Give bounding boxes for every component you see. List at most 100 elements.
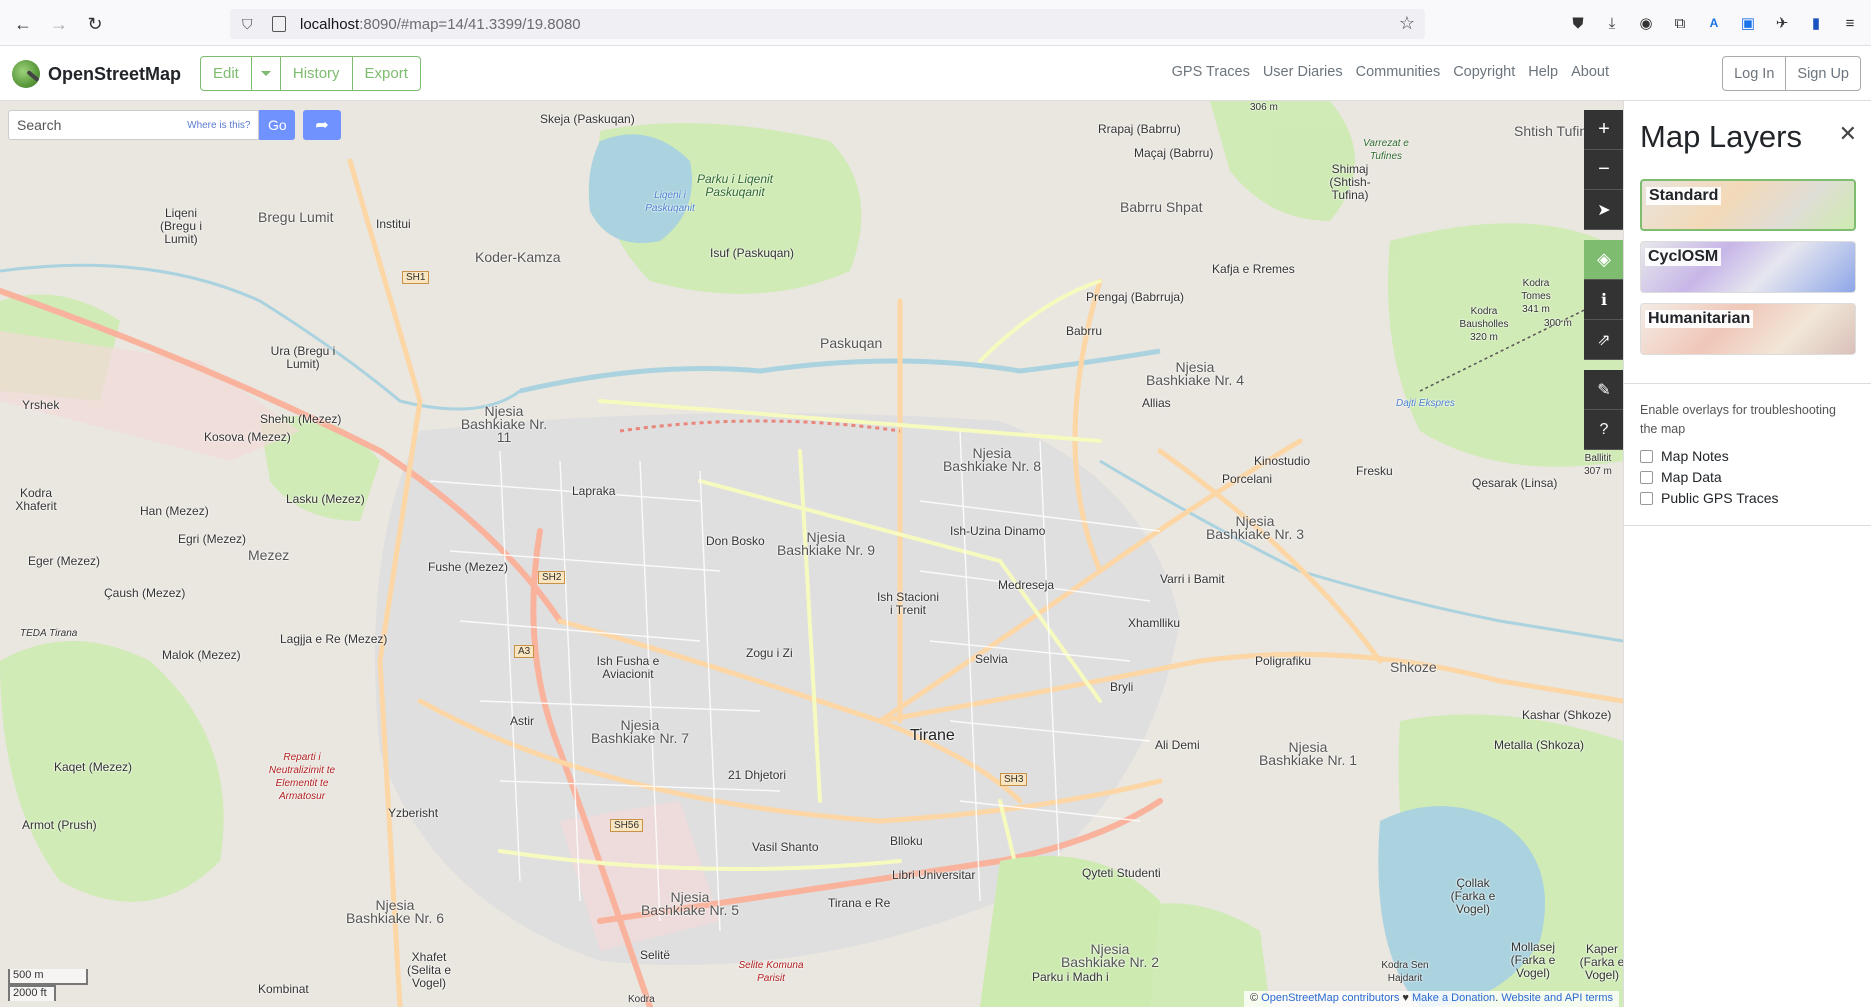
map-label: Kodra: [628, 994, 655, 1005]
road-shield: SH1: [402, 271, 430, 284]
map-label: Njesia Bashkiake Nr. 2: [1060, 941, 1160, 970]
divider: [1624, 383, 1871, 384]
map-label: Astir: [510, 714, 534, 728]
bookmark-star-icon[interactable]: ☆: [1399, 13, 1415, 34]
zoom-in-button[interactable]: +: [1584, 110, 1624, 150]
map-label: Poligrafiku: [1255, 654, 1312, 668]
query-features-button[interactable]: ?: [1584, 410, 1624, 450]
search-go-button[interactable]: Go: [259, 110, 296, 140]
url-text[interactable]: localhost:8090/#map=14/41.3399/19.8080: [300, 16, 581, 33]
map-label: Dajti Ekspres: [1396, 398, 1455, 409]
nav-link-gps-traces[interactable]: GPS Traces: [1172, 64, 1250, 80]
map-scale: 500 m 2000 ft: [8, 969, 88, 1001]
layer-humanitarian[interactable]: Humanitarian: [1640, 303, 1856, 355]
shield-extension-icon[interactable]: ▮: [1805, 12, 1827, 34]
login-button[interactable]: Log In: [1723, 57, 1787, 90]
extensions-icon[interactable]: ⧉: [1669, 12, 1691, 34]
map-label: Parku i Madh i: [1032, 970, 1109, 984]
map-label: Han (Mezez): [140, 504, 209, 518]
layers-panel: Map Layers ✕ Standard CyclOSM Humanitari…: [1623, 101, 1871, 1007]
road-shield: A3: [514, 645, 535, 658]
edit-button[interactable]: Edit: [201, 57, 252, 90]
search-input[interactable]: Search Where is this?: [8, 110, 260, 140]
url-host: localhost: [300, 15, 360, 33]
donate-link[interactable]: Make a Donation: [1412, 992, 1495, 1004]
attribution-prefix: ©: [1250, 992, 1262, 1004]
menu-icon[interactable]: ≡: [1839, 12, 1861, 34]
signup-button[interactable]: Sign Up: [1786, 57, 1860, 90]
add-note-button[interactable]: ✎: [1584, 370, 1624, 410]
share-button[interactable]: ⇗: [1584, 320, 1624, 360]
url-bar[interactable]: ⛉ localhost:8090/#map=14/41.3399/19.8080…: [230, 9, 1425, 39]
nav-link-help[interactable]: Help: [1528, 64, 1558, 80]
map-label: Libri Universitar: [892, 868, 976, 882]
directions-button[interactable]: ➦: [303, 110, 341, 140]
layers-button[interactable]: ◈: [1584, 240, 1624, 280]
layer-cyclosm[interactable]: CyclOSM: [1640, 241, 1856, 293]
layer-name: Standard: [1646, 187, 1722, 205]
overlay-map-data[interactable]: Map Data: [1640, 469, 1722, 485]
road-shield: SH56: [610, 819, 644, 832]
map-label: Xhafet (Selita e Vogel): [406, 950, 452, 990]
bird-extension-icon[interactable]: ✈: [1771, 12, 1793, 34]
nav-link-user-diaries[interactable]: User Diaries: [1263, 64, 1343, 80]
nav-link-copyright[interactable]: Copyright: [1453, 64, 1515, 80]
checkbox[interactable]: [1640, 449, 1653, 463]
logo[interactable]: OpenStreetMap: [12, 60, 181, 88]
translate-extension-icon[interactable]: A: [1703, 12, 1725, 34]
map-label: Kaqet (Mezez): [54, 760, 133, 774]
terms-link[interactable]: Website and API terms: [1501, 992, 1613, 1004]
account-icon[interactable]: ◉: [1635, 12, 1657, 34]
checkbox[interactable]: [1640, 470, 1653, 484]
attribution-osm-link[interactable]: OpenStreetMap contributors: [1261, 992, 1399, 1004]
map-label: Shimaj (Shtish-Tufina): [1329, 162, 1371, 202]
map-label: Blloku: [890, 834, 923, 848]
overlay-description: Enable overlays for troubleshooting the …: [1640, 403, 1836, 436]
zoom-out-button[interactable]: −: [1584, 150, 1624, 190]
export-button[interactable]: Export: [353, 57, 420, 90]
checkbox[interactable]: [1640, 491, 1653, 505]
shield-icon[interactable]: ⛉: [242, 16, 260, 33]
close-icon[interactable]: ✕: [1839, 121, 1857, 147]
map-label: Fresku: [1356, 464, 1393, 478]
pocket-icon[interactable]: ⛊: [1567, 12, 1589, 34]
minus-icon: −: [1598, 158, 1610, 180]
map-label: Ish Stacioni i Trenit: [876, 590, 940, 617]
map-label: Prengaj (Babrruja): [1086, 290, 1185, 304]
map-label: Koder-Kamza: [475, 249, 561, 265]
overlay-gps-traces[interactable]: Public GPS Traces: [1640, 490, 1779, 506]
reload-icon[interactable]: ↻: [80, 9, 110, 39]
back-icon[interactable]: ←: [8, 9, 38, 39]
locate-button[interactable]: ➤: [1584, 190, 1624, 230]
nav-link-communities[interactable]: Communities: [1356, 64, 1441, 80]
history-button[interactable]: History: [281, 57, 353, 90]
forward-icon[interactable]: →: [44, 9, 74, 39]
download-icon[interactable]: ⤓: [1601, 12, 1623, 34]
map-label: Allias: [1142, 396, 1171, 410]
language-extension-icon[interactable]: ▣: [1737, 12, 1759, 34]
map-attribution: © OpenStreetMap contributors ♥ Make a Do…: [1244, 991, 1619, 1007]
nav-links: GPS Traces User Diaries Communities Copy…: [1172, 64, 1609, 80]
legend-button[interactable]: ℹ: [1584, 280, 1624, 320]
map-canvas[interactable]: Bregu Lumit Koder-Kamza Paskuqan Babrru …: [0, 101, 1623, 1007]
overlay-map-notes[interactable]: Map Notes: [1640, 448, 1729, 464]
map-label: Njesia Bashkiake Nr. 6: [345, 897, 445, 926]
layer-name: Humanitarian: [1645, 310, 1754, 328]
nav-link-about[interactable]: About: [1571, 64, 1609, 80]
edit-dropdown-button[interactable]: [252, 57, 281, 90]
map-label: Njesia Bashkiake Nr. 4: [1145, 359, 1245, 388]
map-label: Institui: [376, 217, 411, 231]
layer-standard[interactable]: Standard: [1640, 179, 1856, 231]
map-label: Kodra Sen Hajdarit: [1381, 960, 1429, 984]
map-label: Njesia Bashkiake Nr. 8: [942, 445, 1042, 474]
map-label: Kashar (Shkoze): [1522, 708, 1612, 722]
map-label: Metalla (Shkoza): [1494, 738, 1585, 752]
where-is-this-link[interactable]: Where is this?: [187, 120, 250, 131]
map-label: Babrru: [1066, 324, 1103, 338]
map-label: Qyteti Studenti: [1082, 866, 1161, 880]
search-placeholder: Search: [17, 117, 62, 133]
auth-buttons: Log In Sign Up: [1722, 56, 1861, 91]
road-shield: SH3: [1000, 773, 1028, 786]
logo-text: OpenStreetMap: [48, 63, 182, 84]
note-icon: ✎: [1597, 381, 1611, 399]
